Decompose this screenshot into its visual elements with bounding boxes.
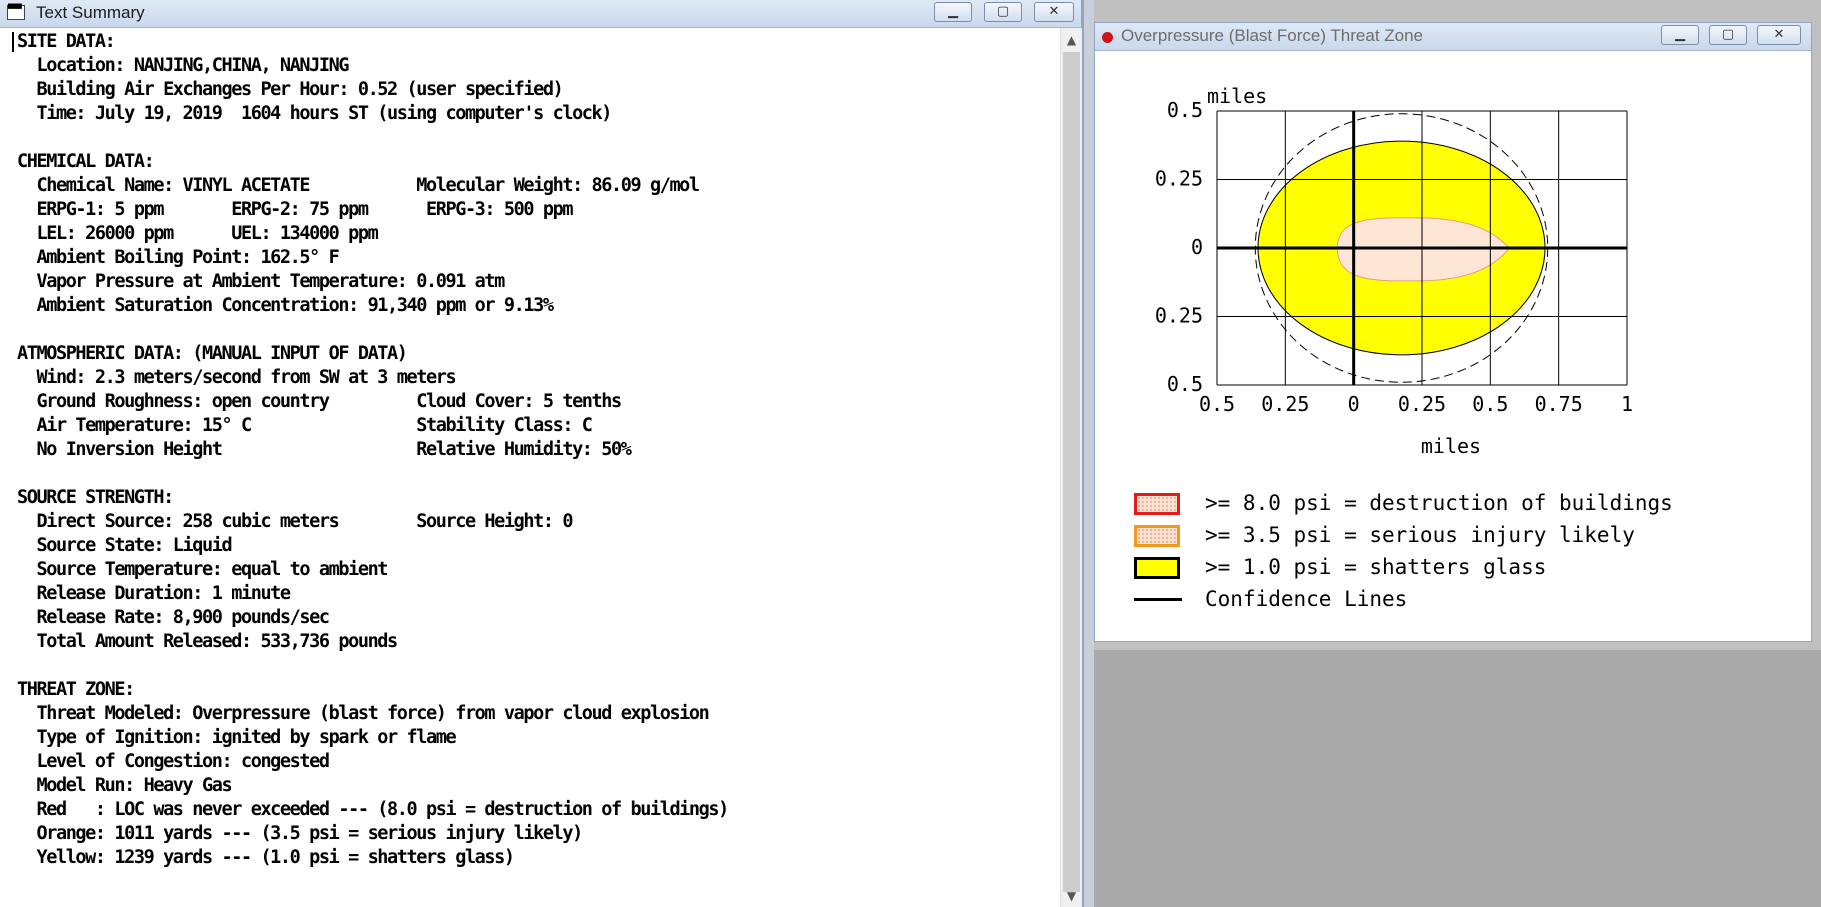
legend-swatch bbox=[1134, 557, 1180, 579]
window-title: Overpressure (Blast Force) Threat Zone bbox=[1121, 26, 1424, 45]
window-title: Text Summary bbox=[36, 3, 145, 22]
y-tick-label: 0.5 bbox=[1167, 98, 1203, 122]
y-tick-label: 0.5 bbox=[1167, 372, 1203, 396]
text-caret bbox=[12, 32, 14, 52]
scrollbar-thumb[interactable] bbox=[1063, 52, 1080, 892]
minimize-button[interactable]: ▁ bbox=[934, 2, 972, 22]
threat-zone-plot: miles 0.5 0.25 0 0.25 0.5 0.5 0.25 0 0.25 0.5 0.7… bbox=[1155, 84, 1633, 458]
text-summary-titlebar[interactable]: ▀▀ Text Summary ▁ ▢ ✕ bbox=[0, 0, 1081, 28]
maximize-button[interactable]: ▢ bbox=[984, 2, 1022, 22]
legend-label: >= 3.5 psi = serious injury likely bbox=[1205, 523, 1635, 547]
report-text: SITE DATA: Location: NANJING,CHINA, NANJ… bbox=[17, 31, 729, 868]
y-tick-label: 0.25 bbox=[1155, 304, 1203, 328]
maximize-button[interactable]: ▢ bbox=[1709, 25, 1747, 45]
scroll-up-icon[interactable]: ▲ bbox=[1061, 30, 1082, 50]
minimize-button[interactable]: ▁ bbox=[1661, 25, 1699, 45]
window-separator bbox=[1084, 0, 1094, 907]
close-button[interactable]: ✕ bbox=[1757, 25, 1801, 45]
x-tick-label: 0.5 bbox=[1199, 392, 1235, 416]
y-tick-label: 0 bbox=[1191, 235, 1203, 259]
y-unit-label: miles bbox=[1207, 84, 1267, 108]
legend-label: Confidence Lines bbox=[1205, 587, 1408, 611]
close-button[interactable]: ✕ bbox=[1034, 2, 1074, 22]
report-text-area[interactable]: SITE DATA: Location: NANJING,CHINA, NANJ… bbox=[0, 28, 1060, 907]
threat-zone-window: Overpressure (Blast Force) Threat Zone ▁… bbox=[1094, 22, 1812, 642]
x-tick-label: 0.25 bbox=[1261, 392, 1309, 416]
legend-swatch bbox=[1134, 493, 1180, 515]
legend-label: >= 8.0 psi = destruction of buildings bbox=[1205, 491, 1673, 515]
legend-line-swatch bbox=[1134, 598, 1182, 601]
scroll-down-icon[interactable]: ▼ bbox=[1061, 886, 1082, 906]
legend-label: >= 1.0 psi = shatters glass bbox=[1205, 555, 1547, 579]
text-summary-window: ▀▀ Text Summary ▁ ▢ ✕ SITE DATA: Locatio… bbox=[0, 0, 1084, 907]
x-tick-label: 0.75 bbox=[1535, 392, 1583, 416]
x-tick-label: 0.25 bbox=[1398, 392, 1446, 416]
empty-workspace bbox=[1094, 650, 1821, 907]
threat-zone-titlebar[interactable]: Overpressure (Blast Force) Threat Zone ▁… bbox=[1095, 23, 1811, 51]
aloha-icon[interactable] bbox=[1102, 32, 1113, 43]
x-tick-label: 0.5 bbox=[1472, 392, 1508, 416]
window-icon[interactable]: ▀▀ bbox=[7, 5, 25, 20]
y-tick-label: 0.25 bbox=[1155, 167, 1203, 191]
legend-swatch bbox=[1134, 525, 1180, 547]
vertical-scrollbar[interactable]: ▲ ▼ bbox=[1060, 28, 1082, 907]
x-tick-label: 0 bbox=[1348, 392, 1360, 416]
x-tick-label: 1 bbox=[1621, 392, 1633, 416]
x-unit-label: miles bbox=[1421, 434, 1481, 458]
